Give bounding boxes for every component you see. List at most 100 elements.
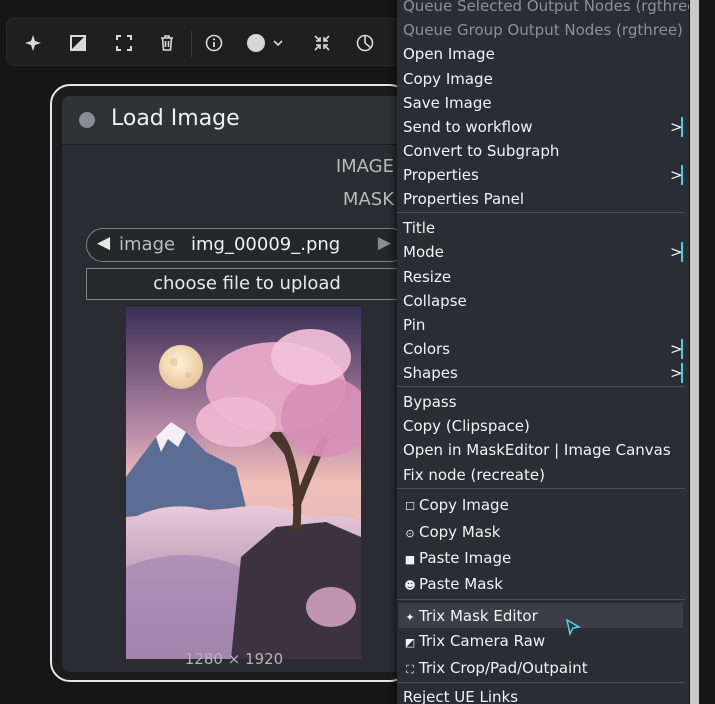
menu-item-resize[interactable]: Resize <box>403 265 451 289</box>
combo-next-arrow[interactable]: ▶ <box>378 233 391 253</box>
menu-item-open-image[interactable]: Open Image <box>403 42 495 66</box>
menu-item-label: Collapse <box>403 292 467 310</box>
menu-item-trix-camera-raw[interactable]: ◩ Trix Camera Raw <box>403 629 545 653</box>
menu-item-icon: ☐ <box>405 500 415 513</box>
menu-item-icon: ✦ <box>405 611 415 624</box>
menu-item-label: Shapes <box>403 364 458 382</box>
menu-item-label: Paste Mask <box>419 575 503 593</box>
menu-item-collapse[interactable]: Collapse <box>403 289 467 313</box>
menu-item-copy-image[interactable]: Copy Image <box>403 67 493 91</box>
sparkle-icon[interactable] <box>23 33 43 53</box>
node-body: Load Image IMAGE MASK ◀ image img_00009_… <box>62 96 410 672</box>
canvas-edge <box>699 0 715 704</box>
image-combo-widget[interactable]: ◀ image img_00009_.png ▶ <box>86 228 408 262</box>
menu-item-fix-node-recreate[interactable]: Fix node (recreate) <box>403 463 545 487</box>
menu-item-label: Open in MaskEditor | Image Canvas <box>403 441 671 459</box>
menu-item-queue-group-output-nodes-rgthree: Queue Group Output Nodes (rgthree) <box>403 18 683 42</box>
mouse-cursor-icon <box>565 618 581 636</box>
menu-item-label: Pin <box>403 316 426 334</box>
menu-item-label: Queue Selected Output Nodes (rgthree) <box>403 0 689 15</box>
menu-separator <box>397 212 685 213</box>
menu-item-label: Trix Camera Raw <box>419 632 546 650</box>
menu-item-label: Title <box>403 219 436 237</box>
context-menu: Queue Selected Output Nodes (rgthree) Que… <box>397 0 689 704</box>
menu-item-label: Open Image <box>403 45 495 63</box>
node-title: Load Image <box>111 106 240 131</box>
menu-item-label: Send to workflow <box>403 118 533 136</box>
menu-item-icon: ☻ <box>404 579 416 592</box>
menu-item-label: Save Image <box>403 94 492 112</box>
menu-item-copy-image[interactable]: ☐ Copy Image <box>403 493 509 517</box>
menu-item-open-in-maskeditor-image-canvas[interactable]: Open in MaskEditor | Image Canvas <box>403 438 671 462</box>
image-preview <box>126 307 361 659</box>
menu-item-label: Reject UE Links <box>403 688 519 704</box>
menu-item-label: Trix Mask Editor <box>419 607 538 625</box>
menu-item-label: Copy (Clipspace) <box>403 417 530 435</box>
menu-item-label: Mode <box>403 243 444 261</box>
menu-item-label: Queue Group Output Nodes (rgthree) <box>403 21 683 39</box>
node-header[interactable]: Load Image <box>62 96 410 145</box>
menu-item-label: Paste Image <box>419 549 512 567</box>
menu-item-trix-crop-pad-outpaint[interactable]: ⛶ Trix Crop/Pad/Outpaint <box>403 656 588 680</box>
menu-item-copy-clipspace[interactable]: Copy (Clipspace) <box>403 414 530 438</box>
menu-item-label: Copy Image <box>403 70 493 88</box>
toolbar-divider <box>191 31 192 57</box>
menu-item-label: Resize <box>403 268 452 286</box>
combo-name: image <box>119 234 176 255</box>
menu-item-queue-selected-output-nodes-rgthree: Queue Selected Output Nodes (rgthree) <box>403 0 689 18</box>
submenu-indicator <box>681 339 683 359</box>
submenu-indicator <box>681 363 683 383</box>
menu-item-trix-mask-editor[interactable]: ✦ Trix Mask Editor <box>403 604 538 628</box>
menu-item-copy-mask[interactable]: ⊙ Copy Mask <box>403 520 500 544</box>
info-icon[interactable] <box>204 33 224 53</box>
menu-item-save-image[interactable]: Save Image <box>403 91 492 115</box>
menu-item-mode[interactable]: Mode <box>403 240 444 264</box>
menu-item-label: Copy Image <box>419 496 509 514</box>
menu-item-title[interactable]: Title <box>403 216 435 240</box>
pie-icon[interactable] <box>355 33 375 53</box>
node-collapse-dot[interactable] <box>79 112 95 128</box>
output-mask-label[interactable]: MASK <box>343 189 394 210</box>
menu-item-properties[interactable]: Properties <box>403 163 479 187</box>
menu-item-colors[interactable]: Colors <box>403 337 450 361</box>
collapse-icon[interactable] <box>312 33 332 53</box>
menu-item-bypass[interactable]: Bypass <box>403 390 457 414</box>
upload-button[interactable]: choose file to upload <box>86 268 408 300</box>
menu-item-icon: ◩ <box>404 636 416 649</box>
menu-item-paste-image[interactable]: ■ Paste Image <box>403 546 511 570</box>
menu-item-label: Colors <box>403 340 450 358</box>
output-image-label[interactable]: IMAGE <box>336 156 394 177</box>
menu-item-icon: ⊙ <box>405 527 415 540</box>
menu-separator <box>397 682 685 683</box>
submenu-indicator <box>681 242 683 262</box>
contrast-icon[interactable] <box>68 33 88 53</box>
menu-item-label: Bypass <box>403 393 457 411</box>
combo-value[interactable]: img_00009_.png <box>191 234 340 255</box>
menu-item-pin[interactable]: Pin <box>403 313 425 337</box>
image-dimensions: 1280 × 1920 <box>184 650 284 668</box>
menu-item-paste-mask[interactable]: ☻ Paste Mask <box>403 572 503 596</box>
menu-item-icon: ■ <box>404 553 416 566</box>
crop-icon[interactable] <box>114 33 134 53</box>
menu-item-send-to-workflow[interactable]: Send to workflow <box>403 115 533 139</box>
menu-item-reject-ue-links[interactable]: Reject UE Links <box>403 685 518 704</box>
menu-scrollbar[interactable] <box>690 0 699 704</box>
menu-item-label: Copy Mask <box>419 523 501 541</box>
menu-separator <box>397 599 685 600</box>
submenu-indicator <box>681 117 683 137</box>
combo-prev-arrow[interactable]: ◀ <box>97 233 110 253</box>
submenu-indicator <box>681 165 683 185</box>
color-picker-button[interactable] <box>246 33 288 53</box>
menu-item-label: Properties Panel <box>403 190 525 208</box>
menu-item-shapes[interactable]: Shapes <box>403 361 458 385</box>
menu-item-convert-to-subgraph[interactable]: Convert to Subgraph <box>403 139 559 163</box>
canvas-toolbar <box>6 18 406 66</box>
menu-separator <box>397 488 685 489</box>
menu-separator <box>397 386 685 387</box>
trash-icon[interactable] <box>157 33 177 53</box>
menu-item-properties-panel[interactable]: Properties Panel <box>403 187 524 211</box>
menu-item-label: Properties <box>403 166 479 184</box>
menu-item-label: Trix Crop/Pad/Outpaint <box>419 659 588 677</box>
load-image-node[interactable]: Load Image IMAGE MASK ◀ image img_00009_… <box>50 84 410 682</box>
menu-item-label: Fix node (recreate) <box>403 466 545 484</box>
